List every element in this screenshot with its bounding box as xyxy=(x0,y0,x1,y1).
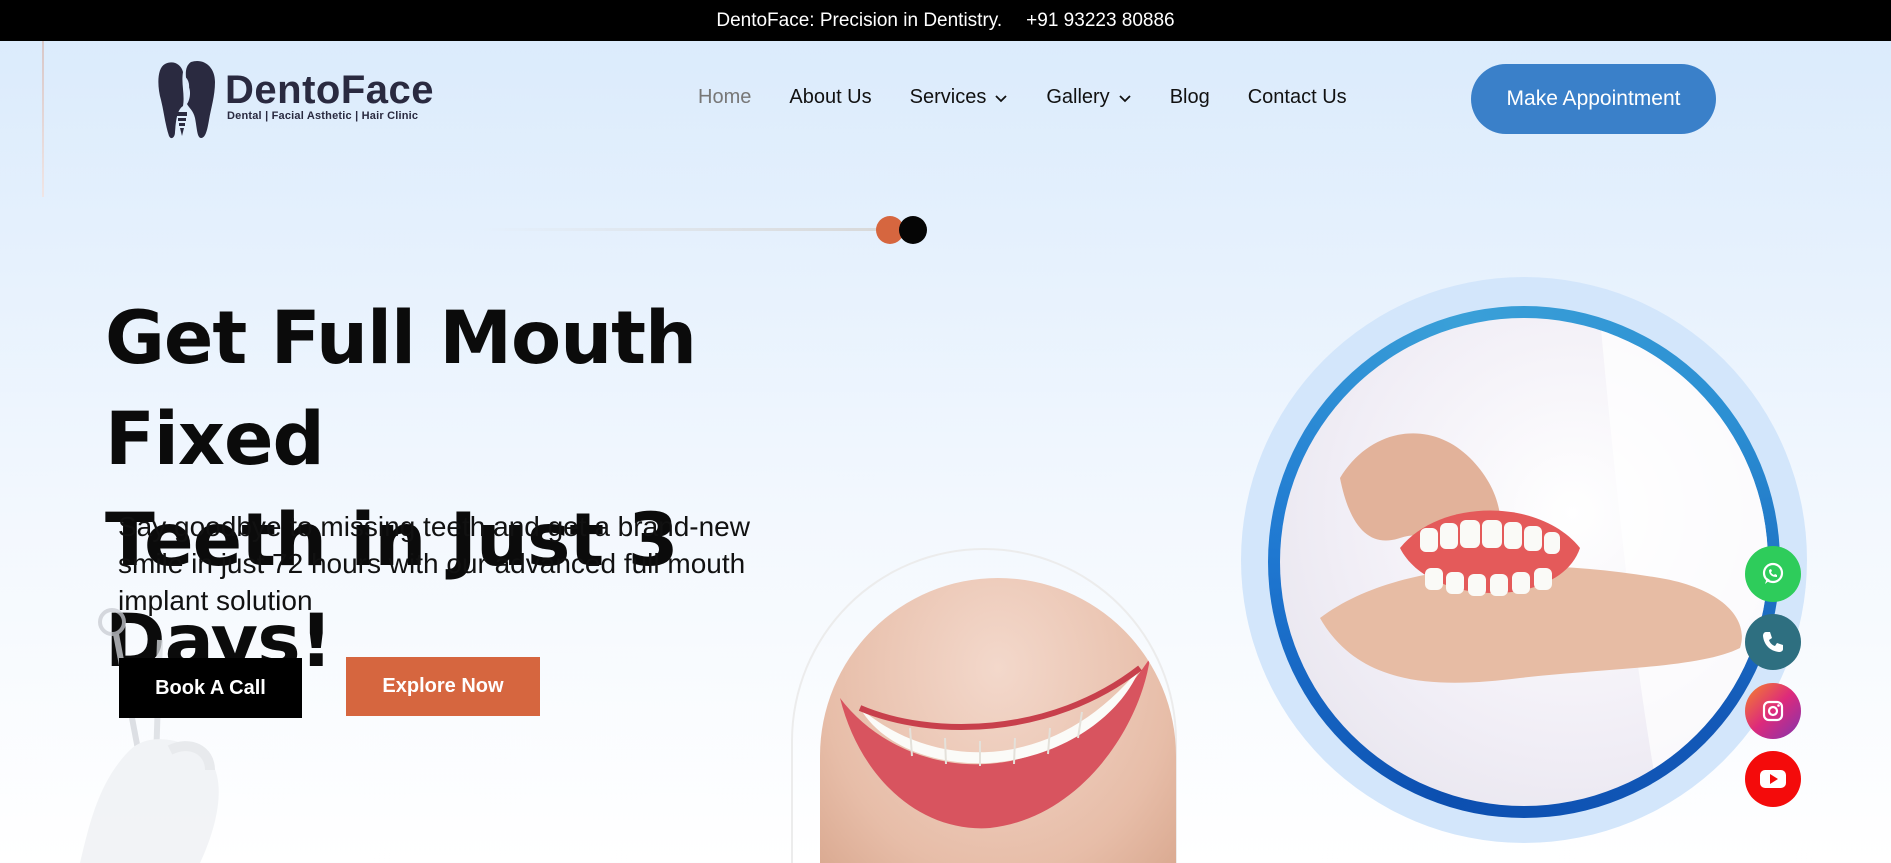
denture-illustration xyxy=(1320,318,1768,806)
whatsapp-button[interactable] xyxy=(1745,546,1801,602)
topbar-phone-link[interactable]: +91 93223 80886 xyxy=(1026,10,1174,32)
slider-dot[interactable] xyxy=(899,216,927,244)
book-a-call-button[interactable]: Book A Call xyxy=(119,658,302,718)
slider-track xyxy=(480,228,890,231)
hero-headline-line-1: Get Full Mouth Fixed xyxy=(105,296,697,482)
logo-subtitle-text: Dental | Facial Asthetic | Hair Clinic xyxy=(227,110,419,122)
nav-item-label: Blog xyxy=(1169,86,1210,108)
nav-item-label: About Us xyxy=(789,86,872,108)
chevron-down-icon xyxy=(995,94,1007,102)
youtube-icon xyxy=(1760,770,1786,788)
nav-item-services[interactable]: Services xyxy=(910,86,1009,109)
main-navigation: Home About Us Services Gallery Blog Cont… xyxy=(698,86,1385,109)
nav-item-home[interactable]: Home xyxy=(698,86,751,109)
nav-item-label: Contact Us xyxy=(1247,86,1347,108)
make-appointment-button[interactable]: Make Appointment xyxy=(1471,64,1716,134)
phone-call-button[interactable] xyxy=(1745,614,1801,670)
instagram-icon xyxy=(1762,700,1784,722)
nav-item-label: Home xyxy=(698,86,752,108)
hands-holding-denture-photo xyxy=(1280,318,1768,806)
gloved-hand-dental-tools-image xyxy=(80,608,219,863)
instagram-button[interactable] xyxy=(1745,683,1801,739)
nav-item-gallery[interactable]: Gallery xyxy=(1046,86,1131,109)
phone-icon xyxy=(1763,632,1783,652)
nav-item-about-us[interactable]: About Us xyxy=(789,86,871,109)
site-logo[interactable]: DentoFace Dental | Facial Asthetic | Hai… xyxy=(155,58,435,139)
youtube-button[interactable] xyxy=(1745,751,1801,807)
logo-brand-text: DentoFace xyxy=(225,68,434,112)
whatsapp-icon xyxy=(1762,562,1784,584)
nav-item-label: Services xyxy=(909,86,987,108)
topbar-tagline: DentoFace: Precision in Dentistry. xyxy=(716,9,1003,31)
tooth-face-logo-icon xyxy=(158,60,215,139)
explore-now-button[interactable]: Explore Now xyxy=(346,657,540,716)
nav-item-blog[interactable]: Blog xyxy=(1170,86,1210,109)
top-announcement-bar: DentoFace: Precision in Dentistry. +91 9… xyxy=(0,0,1891,41)
nav-item-contact-us[interactable]: Contact Us xyxy=(1248,86,1347,109)
decorative-vertical-rule xyxy=(42,41,44,197)
nav-item-label: Gallery xyxy=(1046,86,1110,108)
chevron-down-icon xyxy=(1119,94,1131,102)
